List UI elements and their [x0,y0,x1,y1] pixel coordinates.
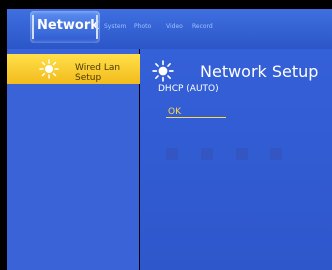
tab-photo[interactable]: Photo [134,23,151,30]
faint-placeholder-4 [270,148,282,160]
dhcp-mode-label: DHCP (AUTO) [158,84,219,94]
page-title: Network Setup [200,62,319,81]
tab-network[interactable]: Network [30,11,100,43]
sun-icon [152,60,174,82]
tab-network-label: Network [37,18,99,33]
faint-placeholder-3 [236,148,248,160]
left-menu-item-wired-lan-setup[interactable]: Wired Lan Setup [7,54,140,84]
tab-left-separator [32,15,34,39]
sun-icon [39,59,59,79]
faint-placeholder-2 [201,148,213,160]
faint-placeholder-1 [166,148,178,160]
ok-button[interactable]: OK [168,107,181,117]
left-menu-item-label: Wired Lan Setup [75,63,121,83]
tab-video[interactable]: Video [166,23,183,30]
tab-right-separator [96,15,98,39]
tab-record[interactable]: Record [192,23,213,30]
ok-underline [166,117,226,118]
tab-system[interactable]: System [104,23,126,30]
